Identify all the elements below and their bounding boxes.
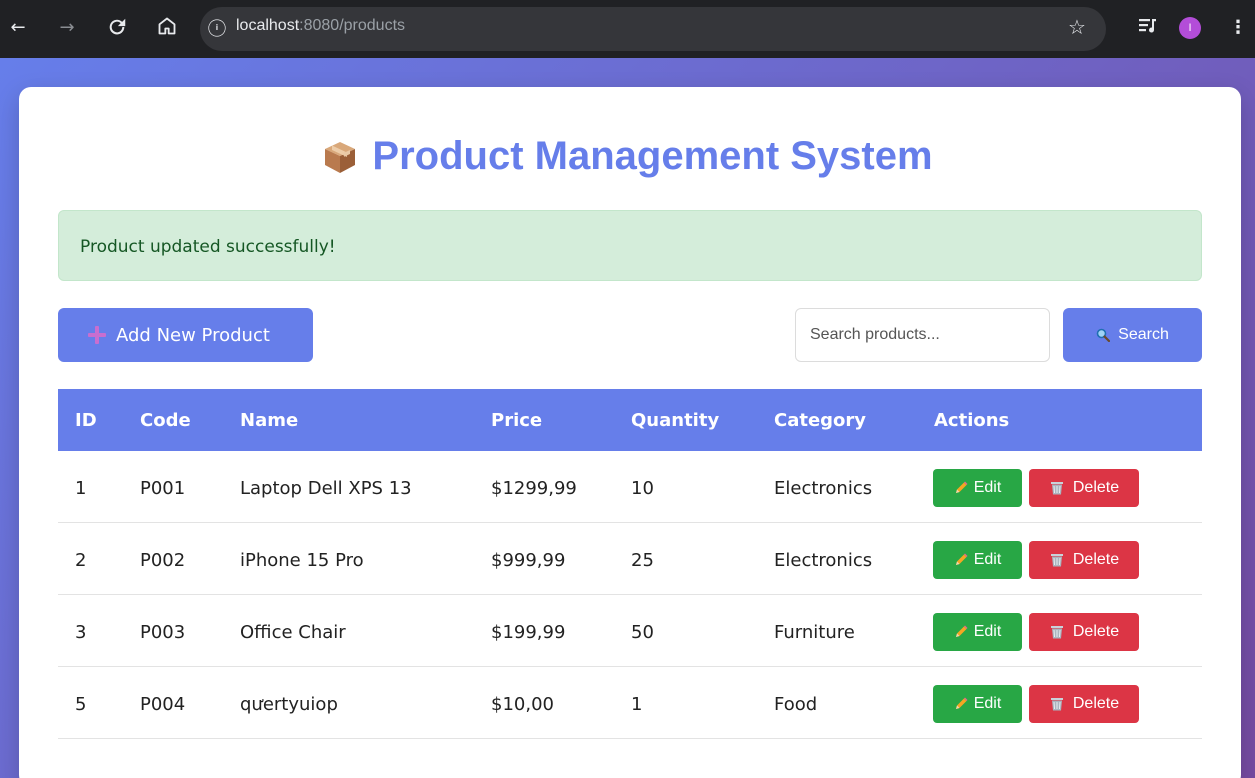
table-row: 5 P004 qưertyuiop $10,00 1 Food Edit Del… bbox=[58, 667, 1202, 739]
edit-label: Edit bbox=[973, 695, 1002, 712]
header-price[interactable]: Price bbox=[491, 389, 542, 451]
table-header: ID Code Name Price Quantity Category Act… bbox=[58, 389, 1202, 451]
cell-category: Food bbox=[774, 694, 818, 715]
header-id[interactable]: ID bbox=[75, 389, 97, 451]
edit-label: Edit bbox=[973, 623, 1002, 640]
cell-category: Electronics bbox=[774, 478, 873, 499]
cell-name: iPhone 15 Pro bbox=[240, 550, 364, 571]
menu-icon[interactable]: ⋮ bbox=[1226, 16, 1250, 40]
header-code[interactable]: Code bbox=[140, 389, 191, 451]
cell-code: P001 bbox=[140, 478, 186, 499]
pencil-icon bbox=[954, 697, 968, 711]
url-host: localhost bbox=[236, 17, 300, 34]
info-icon[interactable]: i bbox=[208, 19, 226, 37]
alert-message: Product updated successfully! bbox=[80, 237, 336, 257]
edit-label: Edit bbox=[973, 551, 1002, 568]
forward-icon[interactable]: → bbox=[55, 16, 79, 40]
cell-id: 1 bbox=[75, 478, 87, 499]
cell-code: P002 bbox=[140, 550, 186, 571]
edit-button[interactable]: Edit bbox=[933, 685, 1022, 723]
search-button[interactable]: Search bbox=[1063, 308, 1202, 362]
cell-quantity: 1 bbox=[631, 694, 643, 715]
trash-icon bbox=[1049, 624, 1065, 640]
cell-id: 3 bbox=[75, 622, 87, 643]
header-actions: Actions bbox=[934, 410, 1010, 431]
table-row: 3 P003 Office Chair $199,99 50 Furniture… bbox=[58, 595, 1202, 667]
cell-name: Office Chair bbox=[240, 622, 346, 643]
star-icon[interactable]: ☆ bbox=[1064, 14, 1090, 40]
delete-button[interactable]: Delete bbox=[1029, 685, 1139, 723]
plus-icon bbox=[88, 326, 106, 344]
header-name[interactable]: Name bbox=[240, 389, 298, 451]
trash-icon bbox=[1049, 480, 1065, 496]
edit-label: Edit bbox=[973, 479, 1002, 496]
edit-button[interactable]: Edit bbox=[933, 541, 1022, 579]
delete-button[interactable]: Delete bbox=[1029, 469, 1139, 507]
cell-price: $10,00 bbox=[491, 694, 554, 715]
cell-price: $1299,99 bbox=[491, 478, 577, 499]
back-icon[interactable]: ← bbox=[6, 16, 30, 40]
success-alert: Product updated successfully! bbox=[58, 210, 1202, 281]
page-header: Product Management System bbox=[0, 134, 1255, 180]
delete-label: Delete bbox=[1072, 695, 1120, 712]
page-title-text: Product Management System bbox=[372, 134, 933, 178]
cell-quantity: 10 bbox=[631, 478, 654, 499]
cell-quantity: 50 bbox=[631, 622, 654, 643]
search-icon bbox=[1096, 328, 1111, 343]
delete-label: Delete bbox=[1072, 479, 1120, 496]
header-category[interactable]: Category bbox=[774, 389, 866, 451]
home-icon[interactable] bbox=[155, 16, 179, 40]
pencil-icon bbox=[954, 553, 968, 567]
avatar[interactable]: I bbox=[1179, 17, 1201, 39]
cell-category: Furniture bbox=[774, 622, 855, 643]
search-button-label: Search bbox=[1118, 326, 1169, 343]
reload-icon[interactable] bbox=[105, 16, 129, 40]
add-product-button[interactable]: Add New Product bbox=[58, 308, 313, 362]
cell-price: $199,99 bbox=[491, 622, 566, 643]
table-row: 2 P002 iPhone 15 Pro $999,99 25 Electron… bbox=[58, 523, 1202, 595]
browser-toolbar: ← → i localhost:8080/products ☆ I ⋮ bbox=[0, 0, 1255, 58]
cell-price: $999,99 bbox=[491, 550, 566, 571]
cell-code: P003 bbox=[140, 622, 186, 643]
pencil-icon bbox=[954, 625, 968, 639]
search-input[interactable] bbox=[795, 308, 1050, 362]
add-product-label: Add New Product bbox=[116, 324, 270, 346]
delete-label: Delete bbox=[1072, 623, 1120, 640]
url-path: :8080/products bbox=[299, 17, 406, 34]
edit-button[interactable]: Edit bbox=[933, 613, 1022, 651]
trash-icon bbox=[1049, 696, 1065, 712]
delete-button[interactable]: Delete bbox=[1029, 613, 1139, 651]
edit-button[interactable]: Edit bbox=[933, 469, 1022, 507]
extensions-icon[interactable] bbox=[1136, 16, 1160, 40]
cell-code: P004 bbox=[140, 694, 186, 715]
table-row: 1 P001 Laptop Dell XPS 13 $1299,99 10 El… bbox=[58, 451, 1202, 523]
cell-id: 5 bbox=[75, 694, 87, 715]
cell-name: Laptop Dell XPS 13 bbox=[240, 478, 412, 499]
delete-button[interactable]: Delete bbox=[1029, 541, 1139, 579]
cell-category: Electronics bbox=[774, 550, 873, 571]
trash-icon bbox=[1049, 552, 1065, 568]
page-title: Product Management System bbox=[322, 134, 933, 179]
products-table: ID Code Name Price Quantity Category Act… bbox=[58, 389, 1202, 739]
pencil-icon bbox=[954, 481, 968, 495]
cell-id: 2 bbox=[75, 550, 87, 571]
cell-name: qưertyuiop bbox=[240, 694, 338, 715]
package-icon bbox=[322, 139, 358, 175]
cell-quantity: 25 bbox=[631, 550, 654, 571]
header-quantity[interactable]: Quantity bbox=[631, 389, 719, 451]
delete-label: Delete bbox=[1072, 551, 1120, 568]
url-text[interactable]: localhost:8080/products bbox=[236, 17, 405, 35]
